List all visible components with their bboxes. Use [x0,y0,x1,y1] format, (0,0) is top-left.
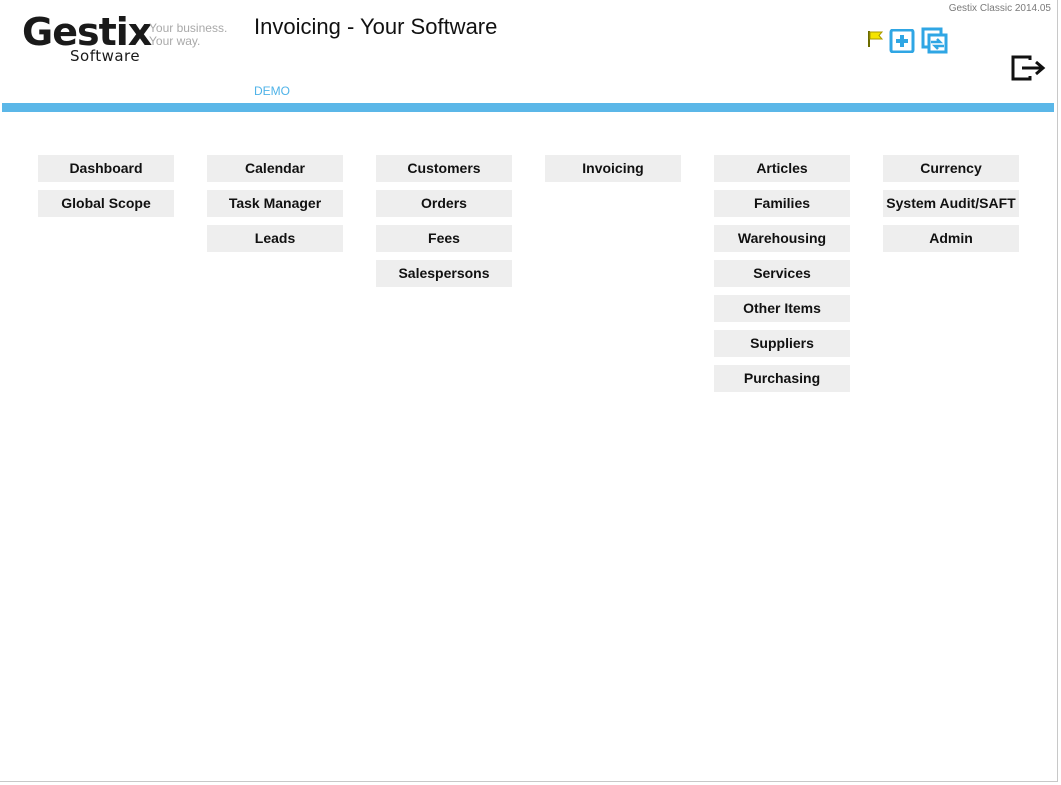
menu-column-invoicing: Invoicing [545,155,681,190]
global-scope-button[interactable]: Global Scope [38,190,174,217]
flag-icon[interactable] [866,30,886,48]
logo-wordmark: Gestix [22,10,152,54]
refresh-icon[interactable] [920,27,948,54]
suppliers-button[interactable]: Suppliers [714,330,850,357]
invoicing-button[interactable]: Invoicing [545,155,681,182]
header-divider-bar [2,103,1054,112]
menu-column-planning: Calendar Task Manager Leads [207,155,343,260]
warehousing-button[interactable]: Warehousing [714,225,850,252]
admin-button[interactable]: Admin [883,225,1019,252]
families-button[interactable]: Families [714,190,850,217]
menu-column-sales: Customers Orders Fees Salespersons [376,155,512,295]
menu-column-inventory: Articles Families Warehousing Services O… [714,155,850,400]
articles-button[interactable]: Articles [714,155,850,182]
other-items-button[interactable]: Other Items [714,295,850,322]
menu-column-system: Currency System Audit/SAFT Admin [883,155,1019,260]
app-window: Gestix Classic 2014.05 Gestix Software Y… [0,0,1058,782]
services-button[interactable]: Services [714,260,850,287]
plus-square-icon[interactable] [889,29,915,53]
logo-tagline: Your business. Your way. [149,22,227,48]
logo-tagline-line-2: Your way. [149,34,201,48]
system-audit-saft-button[interactable]: System Audit/SAFT [883,190,1019,217]
task-manager-button[interactable]: Task Manager [207,190,343,217]
purchasing-button[interactable]: Purchasing [714,365,850,392]
calendar-button[interactable]: Calendar [207,155,343,182]
logout-icon[interactable] [1010,54,1048,82]
dashboard-button[interactable]: Dashboard [38,155,174,182]
fees-button[interactable]: Fees [376,225,512,252]
leads-button[interactable]: Leads [207,225,343,252]
logo-subtitle: Software [70,47,141,65]
menu-column-general: Dashboard Global Scope [38,155,174,225]
customers-button[interactable]: Customers [376,155,512,182]
version-label: Gestix Classic 2014.05 [948,3,1051,14]
environment-label: DEMO [254,84,290,98]
orders-button[interactable]: Orders [376,190,512,217]
currency-button[interactable]: Currency [883,155,1019,182]
salespersons-button[interactable]: Salespersons [376,260,512,287]
page-title: Invoicing - Your Software [254,14,498,39]
gestix-logo: Gestix Software Your business. Your way. [22,12,232,68]
